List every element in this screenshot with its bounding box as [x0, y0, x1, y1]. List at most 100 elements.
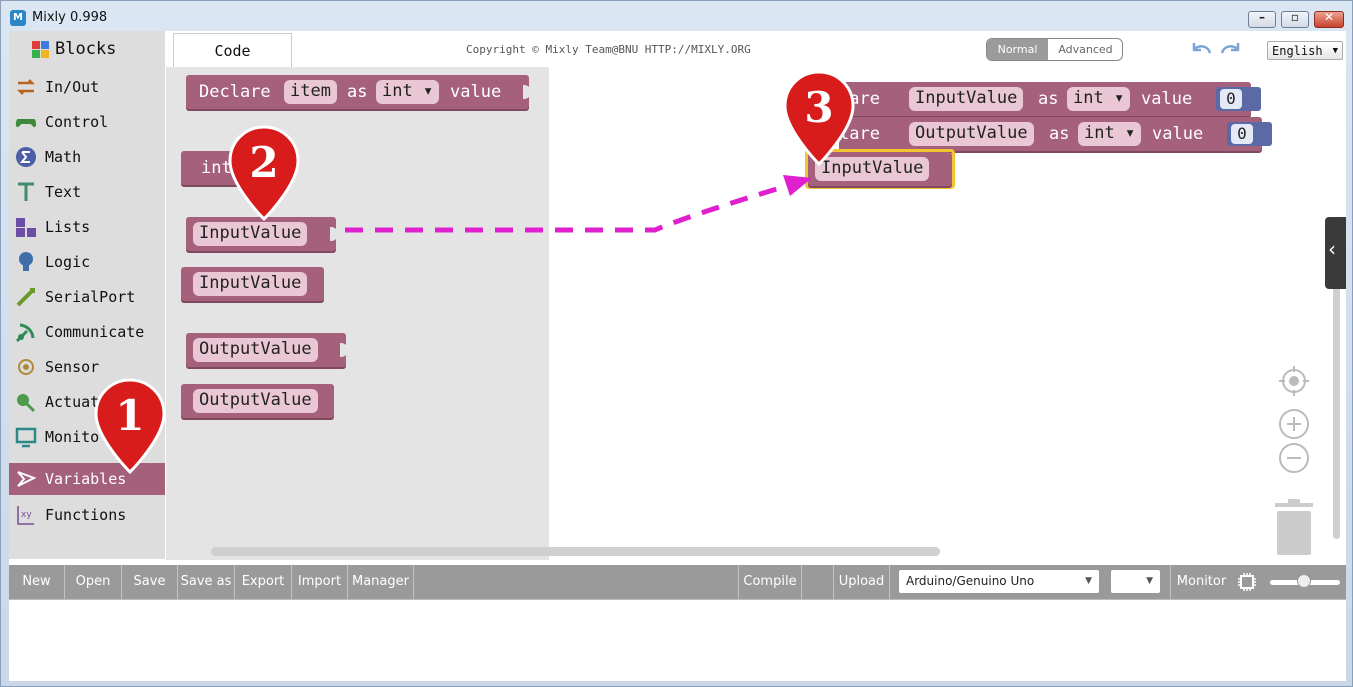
number-field[interactable]: 0 [1220, 89, 1242, 109]
blocks-label: Blocks [55, 39, 117, 59]
chevron-left-icon: ‹ [1328, 237, 1336, 261]
category-math[interactable]: Math [9, 141, 165, 173]
recenter-icon[interactable] [1278, 365, 1310, 397]
value-input-notch [523, 85, 531, 99]
upload-button[interactable]: Upload [834, 565, 890, 599]
undo-icon[interactable] [1189, 39, 1213, 59]
actuator-icon [17, 394, 36, 413]
chip-icon[interactable] [1237, 572, 1257, 592]
declare-word: Declare [199, 82, 271, 102]
set-outputvalue-block[interactable]: OutputValue [181, 384, 334, 418]
get-outputvalue-block[interactable]: OutputValue [186, 333, 348, 367]
minimize-button[interactable]: – [1248, 10, 1276, 28]
manager-button[interactable]: Manager [348, 565, 414, 599]
block-flyout: Declare item as int ▾ value int InputVal… [166, 67, 549, 560]
puzzle-icon [32, 41, 49, 58]
vertical-scrollbar[interactable] [1333, 265, 1340, 539]
save-button[interactable]: Save [122, 565, 178, 599]
mode-normal-button[interactable]: Normal [987, 39, 1048, 60]
category-sidebar: Blocks In/Out Control Math Text Lists Lo… [9, 31, 165, 559]
variables-icon [17, 471, 37, 487]
value-word: value [450, 82, 502, 102]
category-label: Control [45, 113, 109, 131]
client-area: Blocks In/Out Control Math Text Lists Lo… [9, 31, 1346, 681]
variable-field: OutputValue [193, 338, 318, 362]
category-lists[interactable]: Lists [9, 211, 165, 243]
category-serialport[interactable]: SerialPort [9, 281, 165, 313]
category-logic[interactable]: Logic [9, 246, 165, 278]
category-label: In/Out [45, 78, 100, 96]
open-button[interactable]: Open [65, 565, 122, 599]
svg-text:xy: xy [21, 510, 32, 520]
redo-icon[interactable] [1219, 39, 1243, 59]
category-label: Actuat [45, 393, 100, 411]
number-block[interactable]: 0 [1227, 122, 1272, 146]
close-button[interactable]: ✕ [1314, 10, 1344, 28]
compile-button[interactable]: Compile [738, 565, 802, 599]
category-label: Communicate [45, 323, 145, 341]
variable-name-field[interactable]: InputValue [909, 87, 1024, 111]
board-select[interactable]: Arduino/Genuino Uno ▼ [899, 570, 1099, 593]
category-communicate[interactable]: Communicate [9, 316, 165, 348]
language-select[interactable]: English ▼ [1267, 41, 1343, 60]
category-functions[interactable]: xy Functions [9, 499, 165, 531]
import-button[interactable]: Import [292, 565, 348, 599]
type-dropdown[interactable]: int ▾ [1078, 122, 1142, 146]
zoom-out-icon[interactable] [1278, 442, 1310, 474]
new-button[interactable]: New [9, 565, 65, 599]
get-inputvalue-block[interactable]: InputValue [186, 217, 338, 251]
arrows-icon [16, 79, 36, 95]
category-label: Lists [45, 218, 91, 236]
block-workspace[interactable]: lare InputValue as int ▾ value 0 lare Ou… [549, 67, 1346, 560]
category-control[interactable]: Control [9, 106, 165, 138]
number-block[interactable]: 0 [1216, 87, 1261, 111]
declare-outputvalue-block[interactable]: lare OutputValue as int ▾ value 0 [839, 117, 1272, 151]
variable-field: InputValue [193, 222, 308, 246]
save-as-button[interactable]: Save as [178, 565, 235, 599]
copyright-text: Copyright © Mixly Team@BNU HTTP://MIXLY.… [466, 43, 751, 56]
sensor-icon [18, 359, 34, 375]
variable-name-field[interactable]: item [284, 80, 337, 104]
as-word: as [1049, 124, 1070, 144]
lists-icon [16, 218, 36, 237]
category-in-out[interactable]: In/Out [9, 71, 165, 103]
output-console[interactable] [9, 599, 1346, 681]
set-inputvalue-block[interactable]: InputValue [181, 267, 324, 301]
number-field[interactable]: 0 [1231, 124, 1253, 144]
declare-inputvalue-block[interactable]: lare InputValue as int ▾ value 0 [839, 82, 1261, 116]
bulb-icon [19, 252, 33, 271]
minimize-icon: – [1259, 10, 1265, 24]
type-dropdown[interactable]: int ▾ [1067, 87, 1131, 111]
maximize-icon: ▫ [1290, 10, 1300, 24]
trash-icon[interactable] [1273, 499, 1315, 557]
output-notch [330, 227, 338, 241]
variable-name-field[interactable]: OutputValue [909, 122, 1034, 146]
monitor-button[interactable]: Monitor [1170, 565, 1232, 599]
app-window: M Mixly 0.998 – ▫ ✕ Blocks In/Out Contro… [0, 0, 1353, 687]
maximize-button[interactable]: ▫ [1281, 10, 1309, 28]
mode-advanced-button[interactable]: Advanced [1048, 39, 1122, 60]
declare-variable-block[interactable]: Declare item as int ▾ value [186, 75, 531, 109]
zoom-in-icon[interactable] [1278, 408, 1310, 440]
satellite-icon [15, 323, 35, 343]
value-word: value [1152, 124, 1204, 144]
variable-field: InputValue [193, 272, 308, 296]
category-label: Sensor [45, 358, 100, 376]
zoom-slider-handle[interactable] [1297, 574, 1311, 588]
port-select[interactable]: ▼ [1111, 570, 1160, 593]
mixly-app-icon: M [10, 10, 26, 26]
functions-icon: xy [17, 506, 34, 525]
mode-toggle: Normal Advanced [986, 38, 1123, 61]
pin-number: 3 [804, 83, 833, 132]
export-button[interactable]: Export [235, 565, 292, 599]
type-dropdown[interactable]: int ▾ [376, 80, 440, 104]
close-icon: ✕ [1323, 10, 1335, 24]
chevron-down-icon: ▼ [1085, 576, 1092, 586]
text-icon [18, 182, 34, 201]
category-label: Text [45, 183, 82, 201]
tab-code[interactable]: Code [173, 33, 292, 67]
pin-number: 1 [115, 391, 144, 440]
side-panel-toggle[interactable]: ‹ [1325, 217, 1346, 289]
horizontal-scrollbar[interactable] [211, 547, 940, 556]
category-text[interactable]: Text [9, 176, 165, 208]
